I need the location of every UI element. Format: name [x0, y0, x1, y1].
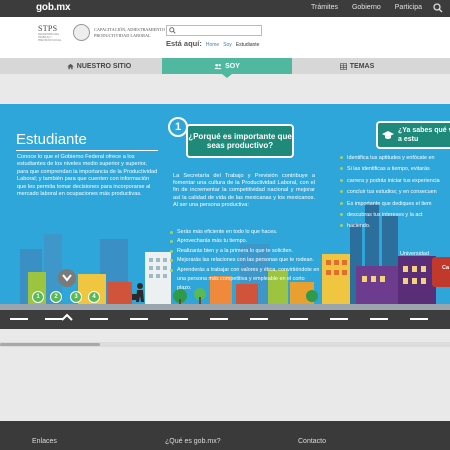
list-item: Si las identificas a tiempo, evitarás — [340, 164, 450, 175]
footer-que-es[interactable]: ¿Qué es gob.mx? — [165, 438, 221, 445]
tab-temas[interactable]: TEMAS — [292, 58, 422, 74]
step-4-button[interactable]: 4 — [88, 291, 100, 303]
breadcrumb: Está aquí: Home Soy Estudiante — [166, 39, 259, 48]
dependency-name: Capacitación, Adiestramiento y Productiv… — [94, 27, 169, 38]
chevron-down-icon — [62, 274, 72, 282]
breadcrumb-label: Está aquí: — [166, 39, 202, 48]
stps-logo[interactable]: STPS SECRETARÍA DEL TRABAJO Y PREVISIÓN … — [38, 24, 66, 46]
title-divider — [16, 150, 158, 151]
site-footer: Enlaces ¿Qué es gob.mx? Contacto — [0, 421, 450, 450]
cta-button[interactable]: Ca te — [432, 257, 450, 287]
breadcrumb-soy[interactable]: Soy — [223, 42, 232, 48]
nav-gobierno[interactable]: Gobierno — [352, 4, 381, 11]
tab-nuestro-sitio[interactable]: NUESTRO SITIO — [36, 58, 162, 74]
student-banner: Estudiante Conoce lo que el Gobierno Fed… — [0, 104, 450, 329]
search-icon[interactable] — [433, 3, 443, 13]
breadcrumb-home[interactable]: Home — [206, 42, 219, 48]
step-number-badge: 1 — [168, 117, 188, 137]
search-input[interactable] — [177, 26, 257, 35]
scroll-down-button[interactable] — [58, 269, 76, 287]
search-box[interactable] — [166, 25, 262, 36]
footer-enlaces[interactable]: Enlaces — [32, 438, 57, 445]
question-box-2: ¿Ya sabes qué vas a estu — [376, 121, 450, 149]
chevron-up-icon — [61, 313, 73, 321]
nav-participa[interactable]: Participa — [395, 4, 422, 11]
list-item: Serás más eficiente en todo lo que haces… — [170, 228, 320, 237]
list-item: Aprovecharás más tu tiempo. — [170, 237, 320, 246]
site-header: STPS SECRETARÍA DEL TRABAJO Y PREVISIÓN … — [0, 17, 450, 58]
breadcrumb-current: Estudiante — [235, 42, 260, 48]
search-icon — [169, 27, 176, 34]
intro-text: Conoce lo que el Gobierno Federal ofrece… — [17, 154, 158, 198]
list-item: concluir tus estudios; y en consecuen — [340, 187, 450, 198]
benefits-list: Serás más eficiente en todo lo que haces… — [170, 228, 320, 294]
home-icon — [67, 63, 74, 69]
scrollbar-thumb[interactable] — [0, 343, 100, 346]
list-item: Aprenderás a trabajar con valores y étic… — [170, 266, 320, 294]
nav-tramites[interactable]: Trámites — [311, 4, 338, 11]
top-navbar: gob.mx Trámites Gobierno Participa — [0, 0, 450, 17]
main-tabs: NUESTRO SITIO SOY TEMAS — [0, 58, 450, 78]
question-box: ¿Porqué es importante que seas productiv… — [186, 124, 294, 158]
list-item: carrera y podrás iniciar tus experiencia — [340, 176, 450, 187]
top-nav: Trámites Gobierno Participa — [311, 4, 422, 11]
page-title: Estudiante — [16, 131, 87, 148]
productivity-text: La Secretaría del Trabajo y Previsión co… — [173, 173, 315, 208]
list-item: Es importante que dediques el tiem — [340, 199, 450, 210]
career-tips-list: Identifica tus aptitudes y enfócate en S… — [340, 153, 450, 233]
footer-contacto[interactable]: Contacto — [298, 438, 326, 445]
tab-soy[interactable]: SOY — [162, 58, 292, 78]
list-item: descubras tus intereses y la act — [340, 210, 450, 221]
step-1-button[interactable]: 1 — [32, 291, 44, 303]
graduation-cap-icon — [382, 131, 394, 139]
list-item: Identifica tus aptitudes y enfócate en — [340, 153, 450, 164]
table-icon — [339, 62, 347, 70]
step-2-button[interactable]: 2 — [50, 291, 62, 303]
scroll-up-button[interactable] — [58, 310, 76, 324]
list-item: Mejorarás las relaciones con las persona… — [170, 256, 320, 265]
list-item: Realizarás bien y a la primera lo que te… — [170, 247, 320, 256]
horizontal-scrollbar[interactable] — [0, 342, 450, 347]
gobmx-logo[interactable]: gob.mx — [36, 2, 71, 13]
university-label: Universidad — [400, 251, 430, 257]
step-3-button[interactable]: 3 — [70, 291, 82, 303]
users-icon — [214, 63, 222, 69]
list-item: haciendo. — [340, 221, 450, 232]
mexico-seal-icon — [73, 24, 90, 41]
